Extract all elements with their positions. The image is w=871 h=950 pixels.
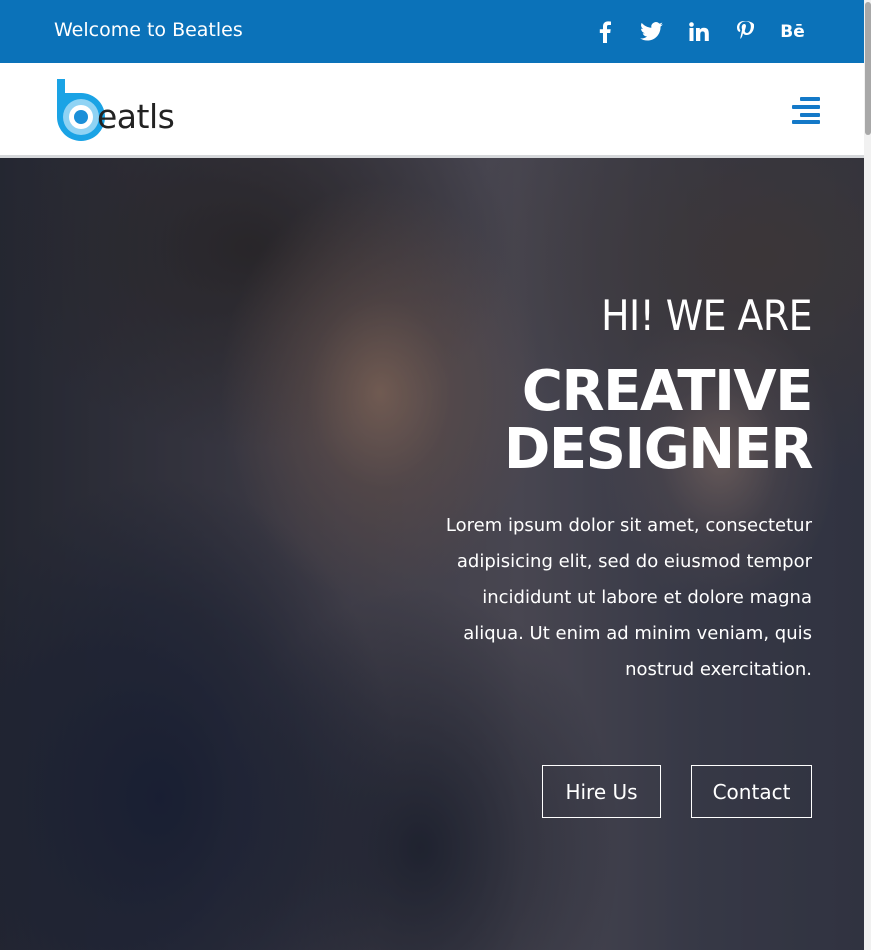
- social-links: Bē: [591, 18, 806, 45]
- facebook-icon[interactable]: [591, 18, 618, 45]
- behance-icon[interactable]: Bē: [779, 18, 806, 45]
- twitter-icon[interactable]: [638, 18, 665, 45]
- headline-line-1: CREATIVE: [521, 359, 814, 424]
- linkedin-icon[interactable]: [685, 18, 712, 45]
- hero-buttons: Hire Us Contact: [542, 765, 812, 818]
- scrollbar-thumb[interactable]: [865, 2, 871, 135]
- hire-us-button[interactable]: Hire Us: [542, 765, 661, 818]
- welcome-text: Welcome to Beatles: [54, 19, 243, 41]
- pinterest-icon[interactable]: [732, 18, 759, 45]
- scrollbar[interactable]: [864, 0, 871, 950]
- hero-intro: HI! WE ARE: [601, 291, 812, 340]
- headline-line-2: DESIGNER: [503, 417, 814, 482]
- hero-body-text: Lorem ipsum dolor sit amet, consectetur …: [445, 515, 812, 680]
- hamburger-menu-icon[interactable]: [792, 97, 820, 124]
- logo-text: eatls: [97, 97, 175, 136]
- hero-section: HI! WE ARE CREATIVE DESIGNER Lorem ipsum…: [0, 158, 864, 950]
- logo[interactable]: eatls: [53, 77, 178, 141]
- navbar: eatls: [0, 63, 864, 158]
- hero-headline: CREATIVE DESIGNER: [503, 359, 814, 482]
- top-bar: Welcome to Beatles Bē: [0, 0, 864, 63]
- contact-button[interactable]: Contact: [691, 765, 812, 818]
